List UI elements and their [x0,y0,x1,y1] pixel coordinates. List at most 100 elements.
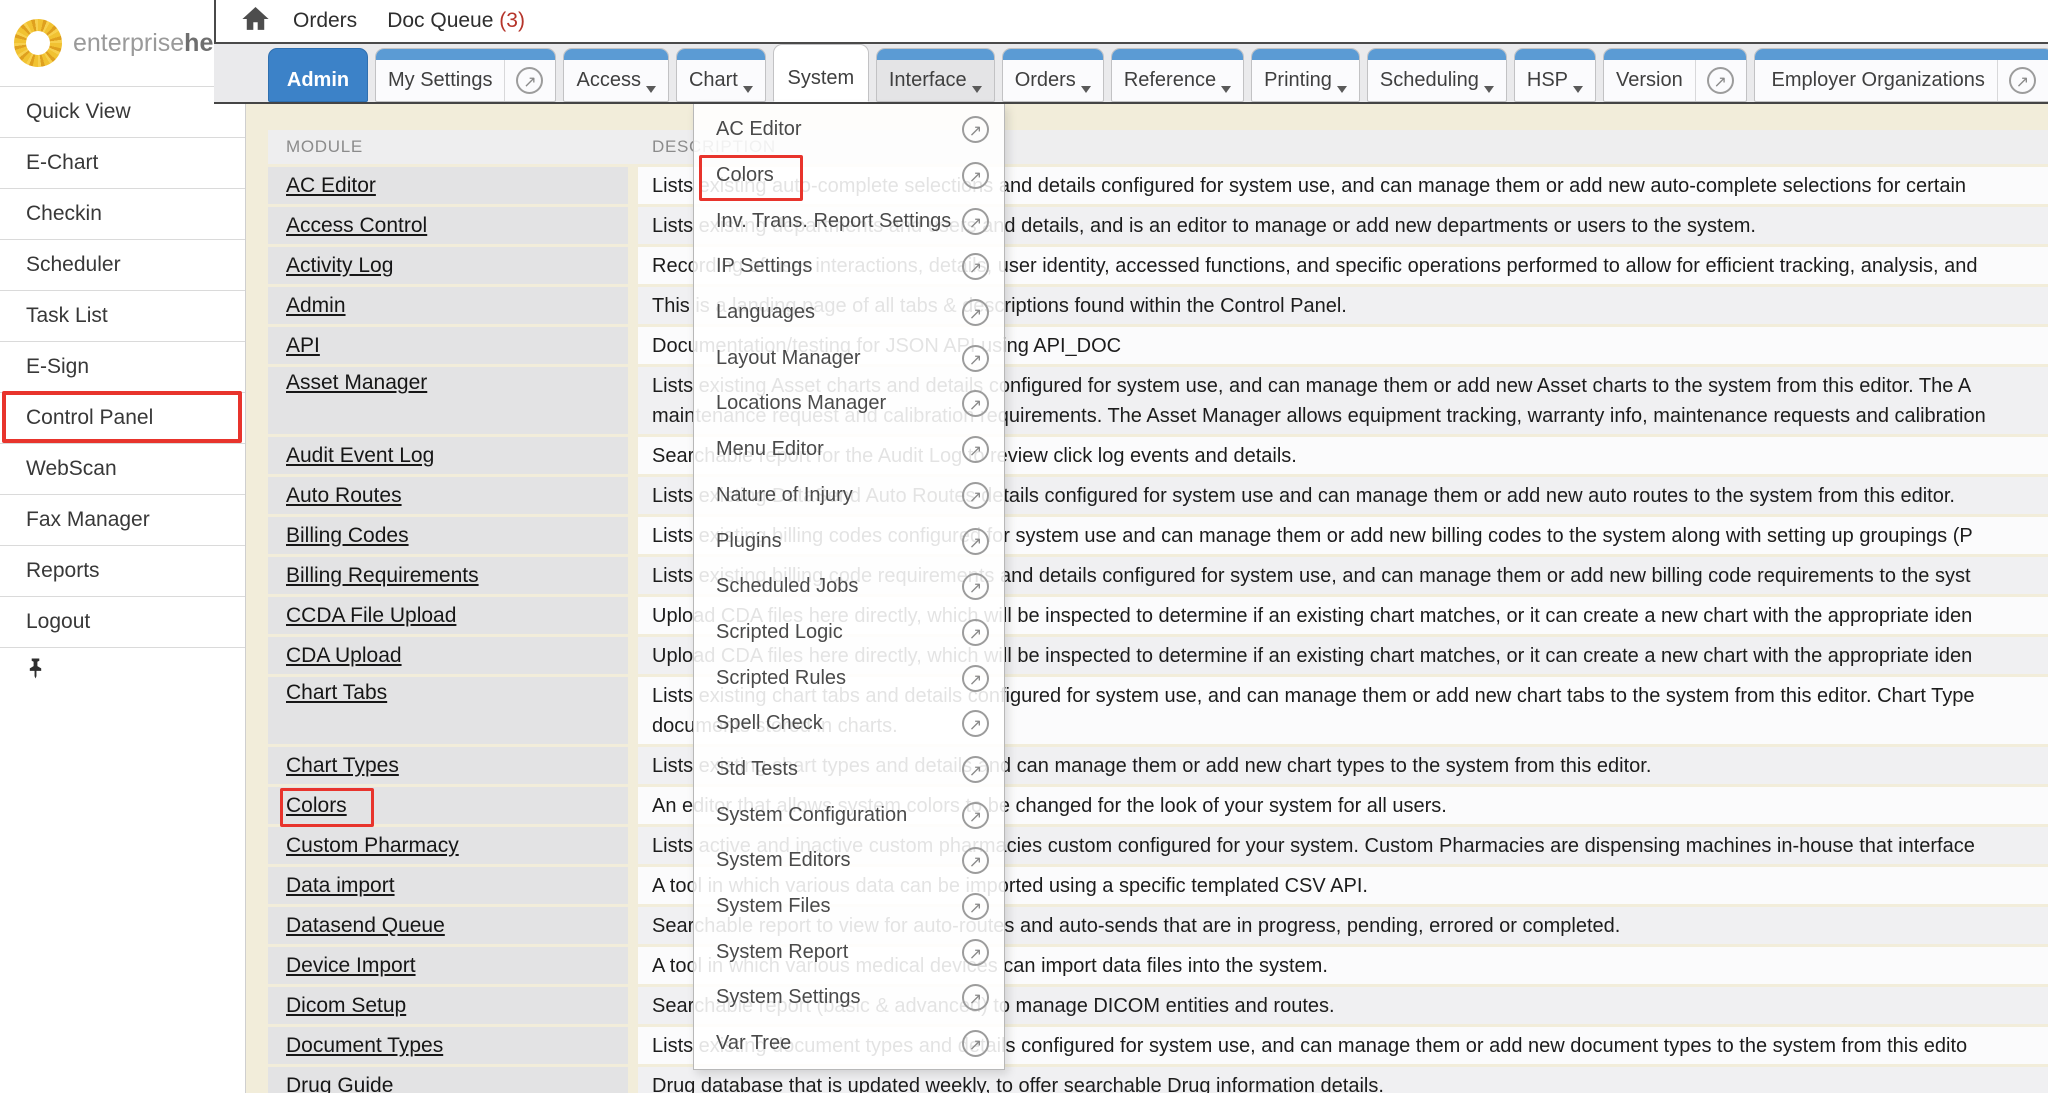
tab-access[interactable]: Access [563,48,668,102]
tab-printing[interactable]: Printing [1251,48,1360,102]
external-link-icon[interactable]: ↗ [962,802,989,829]
module-link-billing-codes[interactable]: Billing Codes [286,524,409,548]
external-link-icon[interactable]: ↗ [962,893,989,920]
breadcrumb-bar: Orders Doc Queue (3) [214,0,2048,44]
external-link-icon[interactable]: ↗ [1707,67,1734,94]
module-link-data-import[interactable]: Data import [286,874,395,898]
module-link-billing-requirements[interactable]: Billing Requirements [286,564,479,588]
external-link-icon[interactable]: ↗ [962,573,989,600]
external-link-icon[interactable]: ↗ [962,528,989,555]
external-link-icon[interactable]: ↗ [962,253,989,280]
tab-label: Reference [1124,69,1216,92]
tab-orders[interactable]: Orders [1002,48,1104,102]
module-link-colors[interactable]: Colors [286,794,347,818]
menu-item-scripted-logic[interactable]: Scripted Logic↗ [694,610,1004,656]
tab-hsp[interactable]: HSP [1514,48,1596,102]
menu-item-system-report[interactable]: System Report↗ [694,929,1004,975]
module-link-activity-log[interactable]: Activity Log [286,254,393,278]
sidebar-item-fax-manager[interactable]: Fax Manager [0,494,245,545]
tab-scheduling[interactable]: Scheduling [1367,48,1507,102]
menu-item-system-settings[interactable]: System Settings↗ [694,975,1004,1021]
menu-item-plugins[interactable]: Plugins↗ [694,518,1004,564]
menu-item-ac-editor[interactable]: AC Editor ↗ [694,107,1004,153]
menu-item-system-editors[interactable]: System Editors↗ [694,838,1004,884]
external-link-icon[interactable]: ↗ [962,390,989,417]
menu-item-system-files[interactable]: System Files↗ [694,884,1004,930]
external-link-icon[interactable]: ↗ [962,436,989,463]
module-link-cda-upload[interactable]: CDA Upload [286,644,402,668]
menu-item-menu-editor[interactable]: Menu Editor↗ [694,427,1004,473]
external-link-icon[interactable]: ↗ [962,665,989,692]
tab-my-settings[interactable]: My Settings↗ [375,48,556,102]
app-logo[interactable]: enterprisehealth [0,0,214,86]
tab-admin[interactable]: Admin [268,48,368,102]
sidebar-item-scheduler[interactable]: Scheduler [0,239,245,290]
external-link-icon[interactable]: ↗ [962,345,989,372]
tab-system[interactable]: System [773,44,869,102]
menu-item-languages[interactable]: Languages↗ [694,290,1004,336]
external-link-icon[interactable]: ↗ [516,67,543,94]
external-link-icon[interactable]: ↗ [962,619,989,646]
external-link-icon[interactable]: ↗ [962,482,989,509]
external-link-icon[interactable]: ↗ [962,299,989,326]
menu-item-locations-manager[interactable]: Locations Manager↗ [694,381,1004,427]
module-link-chart-types[interactable]: Chart Types [286,754,399,778]
sidebar-item-reports[interactable]: Reports [0,545,245,596]
external-link-icon[interactable]: ↗ [962,116,989,143]
tab-employer-organizations[interactable]: Employer Organizations↗ [1754,48,2048,102]
external-link-icon[interactable]: ↗ [962,939,989,966]
module-link-document-types[interactable]: Document Types [286,1034,443,1058]
menu-item-ip-settings[interactable]: IP Settings↗ [694,244,1004,290]
module-link-drug-guide[interactable]: Drug Guide [286,1074,393,1093]
module-link-ccda-file-upload[interactable]: CCDA File Upload [286,604,456,628]
sidebar-item-logout[interactable]: Logout [0,596,245,647]
menu-item-std-tests[interactable]: Std Tests↗ [694,747,1004,793]
sidebar-item-e-sign[interactable]: E-Sign [0,341,245,392]
sidebar-item-e-chart[interactable]: E-Chart [0,137,245,188]
tab-interface[interactable]: Interface [876,48,995,102]
module-link-asset-manager[interactable]: Asset Manager [286,371,427,395]
external-link-icon[interactable]: ↗ [962,1030,989,1057]
sidebar-pin-row[interactable] [0,647,245,698]
module-link-device-import[interactable]: Device Import [286,954,416,978]
module-link-custom-pharmacy[interactable]: Custom Pharmacy [286,834,459,858]
external-link-icon[interactable]: ↗ [962,710,989,737]
module-link-datasend-queue[interactable]: Datasend Queue [286,914,445,938]
menu-item-inv-trans-report-settings[interactable]: Inv. Trans. Report Settings↗ [694,198,1004,244]
external-link-icon[interactable]: ↗ [962,208,989,235]
external-link-icon[interactable]: ↗ [962,847,989,874]
breadcrumb-orders[interactable]: Orders [293,9,357,33]
module-link-admin[interactable]: Admin [286,294,346,318]
menu-item-scripted-rules[interactable]: Scripted Rules↗ [694,655,1004,701]
sidebar-item-webscan[interactable]: WebScan [0,443,245,494]
menu-item-nature-of-injury[interactable]: Nature of Injury↗ [694,473,1004,519]
sidebar-item-task-list[interactable]: Task List [0,290,245,341]
module-link-ac-editor[interactable]: AC Editor [286,174,376,198]
module-link-auto-routes[interactable]: Auto Routes [286,484,402,508]
menu-item-spell-check[interactable]: Spell Check↗ [694,701,1004,747]
menu-item-label: AC Editor [716,118,802,141]
menu-item-layout-manager[interactable]: Layout Manager↗ [694,335,1004,381]
sidebar-item-checkin[interactable]: Checkin [0,188,245,239]
external-link-icon[interactable]: ↗ [2009,67,2036,94]
breadcrumb-doc-queue[interactable]: Doc Queue (3) [387,9,525,33]
tab-chart[interactable]: Chart [676,48,766,102]
sidebar-item-control-panel[interactable]: Control Panel [0,392,245,443]
module-link-audit-event-log[interactable]: Audit Event Log [286,444,434,468]
tab-version[interactable]: Version↗ [1603,48,1747,102]
menu-item-colors[interactable]: Colors↗ [694,153,1004,199]
external-link-icon[interactable]: ↗ [962,756,989,783]
table-row: Billing CodesLists existing billing code… [268,517,2048,554]
sidebar-item-quick-view[interactable]: Quick View [0,86,245,137]
external-link-icon[interactable]: ↗ [962,984,989,1011]
menu-item-system-configuration[interactable]: System Configuration↗ [694,792,1004,838]
menu-item-scheduled-jobs[interactable]: Scheduled Jobs↗ [694,564,1004,610]
module-link-access-control[interactable]: Access Control [286,214,427,238]
module-link-dicom-setup[interactable]: Dicom Setup [286,994,406,1018]
home-icon[interactable] [242,7,269,36]
module-link-chart-tabs[interactable]: Chart Tabs [286,681,387,705]
menu-item-var-tree[interactable]: Var Tree↗ [694,1021,1004,1067]
tab-reference[interactable]: Reference [1111,48,1244,102]
module-link-api[interactable]: API [286,334,320,358]
external-link-icon[interactable]: ↗ [962,162,989,189]
